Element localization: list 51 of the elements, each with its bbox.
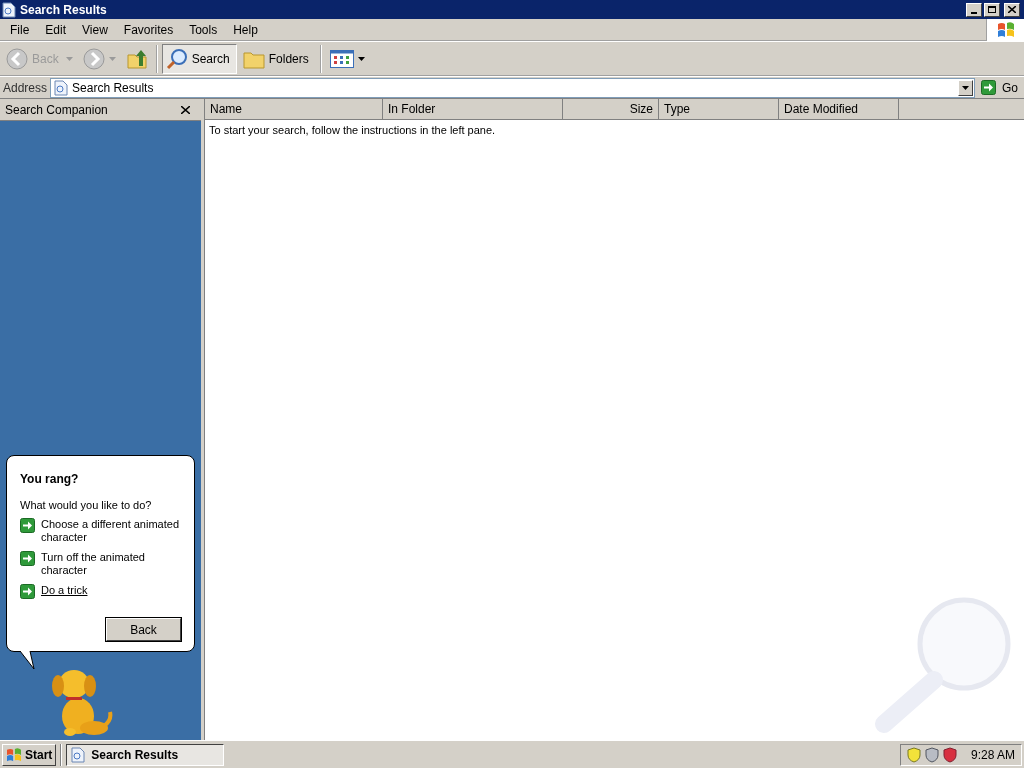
shield-icon: [942, 746, 957, 763]
shield-icon: [924, 746, 939, 763]
go-button[interactable]: Go: [978, 78, 1021, 97]
column-header[interactable]: In Folder: [383, 99, 563, 120]
clock: 9:28 AM: [970, 746, 1015, 764]
menu-item[interactable]: Edit: [37, 20, 75, 39]
restore-button[interactable]: [984, 2, 1000, 17]
caret-icon: [962, 85, 969, 90]
window-title: Search Results: [20, 1, 108, 19]
document-icon: [71, 746, 86, 763]
option-link[interactable]: Turn off the animated character: [41, 551, 181, 577]
dropdown-button[interactable]: [958, 79, 973, 96]
balloon-prompt: What would you like to do?: [20, 497, 153, 513]
empty-message: To start your search, follow the instructions in the left pane.: [208, 123, 497, 138]
taskbar-button[interactable]: Search Results: [66, 743, 225, 766]
column-header[interactable]: Size: [563, 99, 659, 120]
document-icon: [2, 1, 16, 18]
dropdown-arrow-icon: [357, 56, 365, 61]
address-field[interactable]: Search Results: [50, 77, 975, 98]
menu-item[interactable]: Favorites: [115, 20, 182, 39]
folders-button[interactable]: Folders: [238, 43, 316, 74]
menu-item[interactable]: Help: [225, 20, 266, 39]
close-button[interactable]: [1004, 2, 1020, 17]
column-header[interactable]: Name: [205, 99, 383, 120]
balloon-title: You rang?: [20, 470, 80, 488]
option-link[interactable]: Do a trick: [41, 584, 88, 597]
shield-icon: [906, 746, 921, 763]
column-header[interactable]: Type: [659, 99, 779, 120]
menu-item[interactable]: Tools: [181, 20, 226, 39]
address-label: Address: [3, 79, 48, 97]
document-icon: [54, 79, 69, 96]
pane-title: Search Companion: [5, 101, 108, 119]
go-arrow-icon: [981, 80, 996, 95]
column-header[interactable]: Date Modified: [779, 99, 899, 120]
arrow-icon: [20, 584, 35, 599]
start-button[interactable]: Start: [2, 743, 57, 766]
back-button[interactable]: Back: [106, 618, 181, 641]
search-button[interactable]: Search: [161, 43, 237, 74]
dropdown-arrow-icon: [108, 56, 116, 61]
search-icon: [165, 47, 188, 70]
menu-item[interactable]: File: [2, 20, 38, 39]
windows-logo: [6, 747, 22, 762]
minimize-button[interactable]: [966, 2, 982, 17]
close-icon[interactable]: [181, 105, 190, 114]
close-icon: [1008, 6, 1016, 13]
menu-item[interactable]: View: [74, 20, 116, 39]
option-link[interactable]: Choose a different animated character: [41, 518, 181, 544]
arrow-icon: [20, 518, 35, 533]
arrow-icon: [20, 551, 35, 566]
dropdown-arrow-icon: [65, 56, 73, 61]
views-icon: [329, 49, 354, 68]
